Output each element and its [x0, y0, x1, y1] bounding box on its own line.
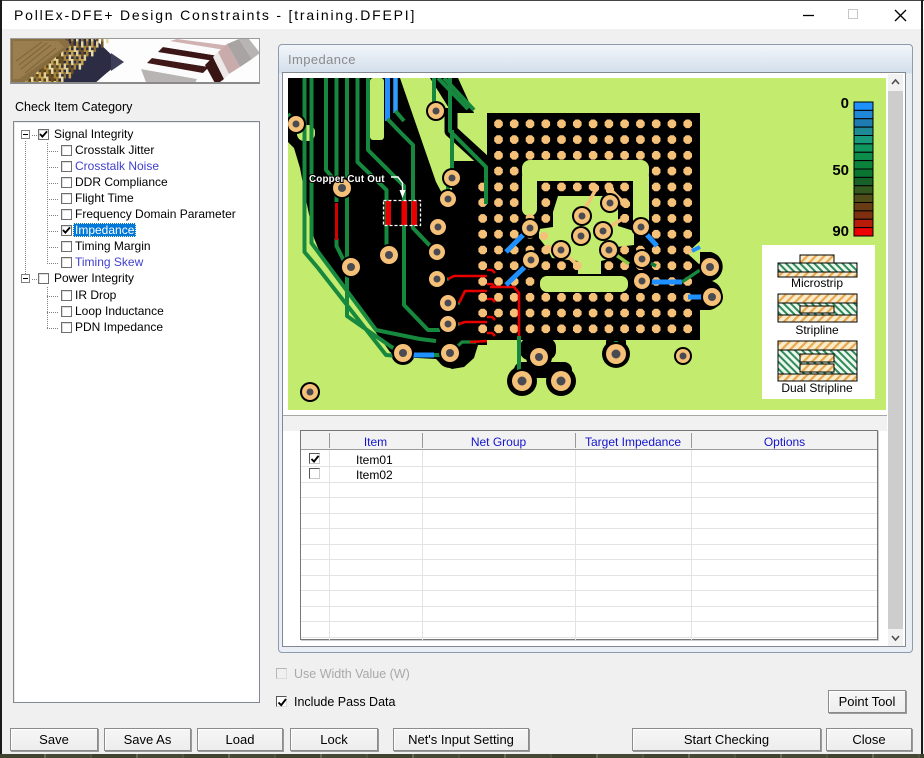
svg-text:Dual Stripline: Dual Stripline [781, 381, 853, 395]
svg-text:Copper Cut Out: Copper Cut Out [309, 174, 385, 185]
svg-text:50: 50 [832, 162, 849, 179]
svg-text:90: 90 [832, 223, 849, 240]
svg-text:Stripline: Stripline [795, 323, 839, 337]
svg-text:Microstrip: Microstrip [791, 276, 843, 290]
svg-text:0: 0 [841, 95, 849, 112]
